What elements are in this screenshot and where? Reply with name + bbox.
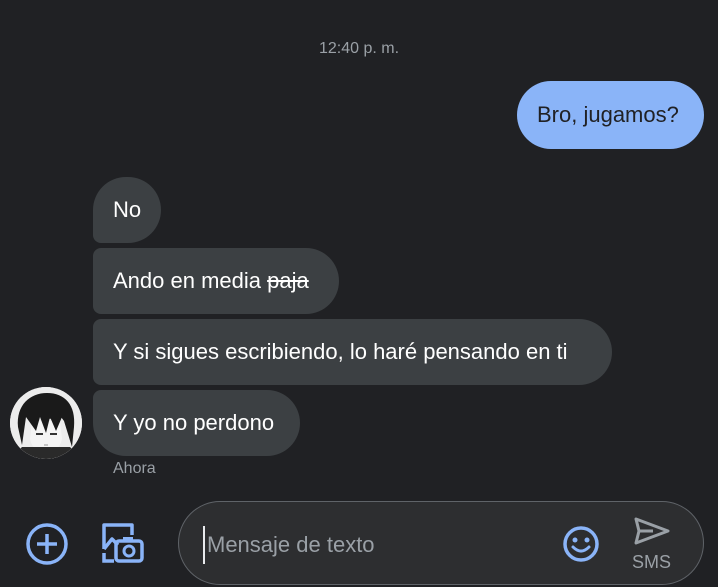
- contact-avatar[interactable]: [10, 387, 82, 459]
- message-text-input[interactable]: [203, 526, 559, 564]
- incoming-message-bubble[interactable]: Y si sigues escribiendo, lo haré pensand…: [93, 319, 612, 385]
- send-button[interactable]: [631, 514, 673, 548]
- emoji-icon: [563, 526, 599, 562]
- incoming-message-text: Y yo no perdono: [113, 410, 275, 435]
- incoming-message-text: No: [113, 197, 142, 222]
- emoji-button[interactable]: [561, 524, 601, 564]
- outgoing-message-bubble[interactable]: Bro, jugamos?: [517, 81, 704, 149]
- incoming-message-text-part: Ando en media: [113, 268, 268, 293]
- incoming-message-bubble[interactable]: No: [93, 177, 161, 243]
- add-attachment-button[interactable]: [24, 521, 70, 567]
- gallery-camera-icon: [102, 523, 144, 563]
- messages-screen: 12:40 p. m. Bro, jugamos? No Ando en med…: [0, 0, 718, 587]
- send-icon: [634, 517, 670, 545]
- send-sms-label: SMS: [632, 552, 672, 572]
- incoming-message-bubble[interactable]: Y yo no perdono: [93, 390, 300, 456]
- message-status-time: Ahora: [113, 460, 156, 477]
- message-composer: SMS: [178, 501, 704, 585]
- avatar-image: [10, 387, 82, 459]
- message-timestamp: 12:40 p. m.: [318, 40, 400, 57]
- incoming-message-bubble[interactable]: Ando en media paja: [93, 248, 339, 314]
- struck-text: paja: [267, 268, 309, 293]
- outgoing-message-text: Bro, jugamos?: [537, 102, 679, 127]
- incoming-message-text: Ando en media paja: [113, 270, 309, 292]
- gallery-camera-button[interactable]: [98, 519, 146, 567]
- add-circle-icon: [26, 523, 68, 565]
- incoming-message-text: Y si sigues escribiendo, lo haré pensand…: [113, 339, 568, 364]
